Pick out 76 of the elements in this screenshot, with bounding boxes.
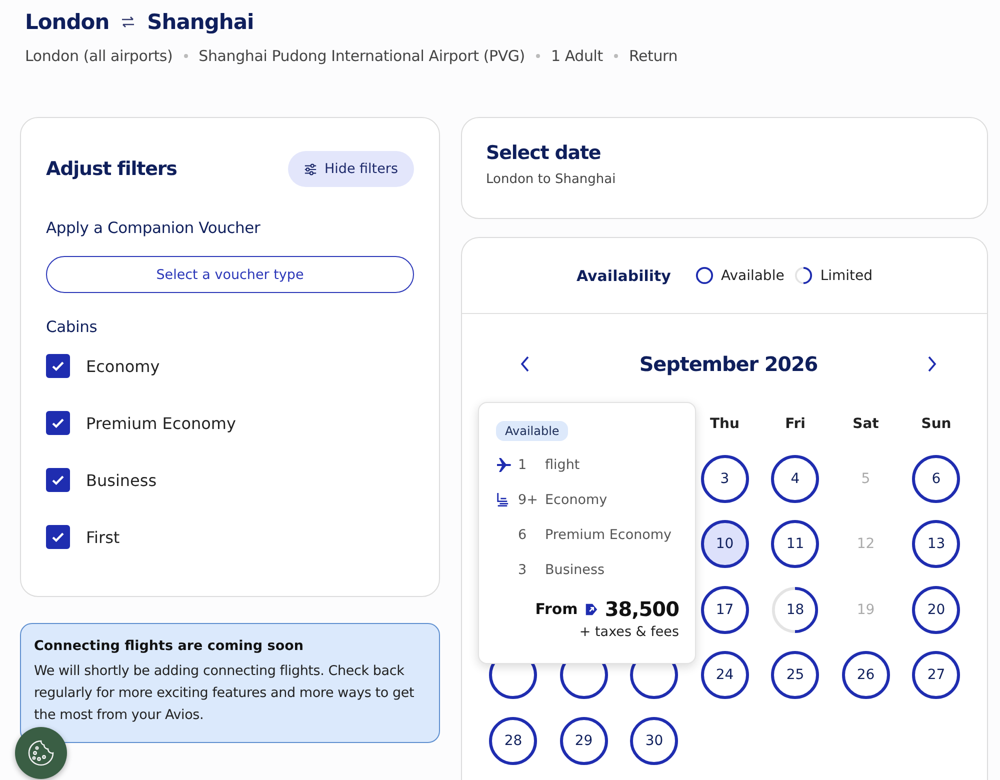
avios-icon [584,602,599,616]
cabin-label: Economy [86,356,160,376]
day-button[interactable]: 3 [700,454,749,503]
filters-title: Adjust filters [46,158,177,180]
day-button[interactable]: 30 [630,716,678,765]
notice-text: We will shortly be adding connecting flights. Check back regularly for more exciting features and more ways to get the most from your Avios. [34,662,416,725]
day-button[interactable]: 10 [700,520,749,568]
checkbox[interactable] [46,411,70,435]
weekday-label: Sat [852,416,880,432]
plane-icon [496,456,512,472]
notice-title: Connecting flights are coming soon [34,638,304,654]
trip-detail: Shanghai Pudong International Airport (PVG) [198,47,525,65]
seat-count: 3 [518,562,528,578]
cookie-settings-button[interactable] [15,727,67,779]
weekday-label: Thu [709,416,740,432]
legend-label: Available [720,268,784,284]
hide-filters-button[interactable]: Hide filters [288,151,414,187]
checkbox[interactable] [46,525,70,549]
separator-dot-icon [614,54,618,58]
date-subtitle: London to Shanghai [486,172,617,187]
day-button[interactable]: 25 [771,651,820,700]
day-button[interactable]: 4 [771,454,820,503]
day-button[interactable]: 24 [700,651,749,700]
swap-icon [121,16,136,28]
cabin-label: First [86,528,120,546]
trip-detail: 1 Adult [550,47,603,65]
day-button[interactable]: 13 [912,520,960,568]
voucher-select-button[interactable]: Select a voucher type [46,256,414,293]
weekday-label: Sun [920,416,952,432]
price-amount: 38,500 [604,597,679,621]
voucher-label: Apply a Companion Voucher [46,219,262,237]
ring-icon [694,266,714,285]
day-button[interactable]: 28 [489,716,538,765]
destination-city: Shanghai [147,10,254,34]
month-title: September 2026 [639,352,818,376]
chevron-right-icon [926,356,937,372]
status-badge: Available [496,421,568,441]
day-button[interactable]: 26 [842,651,890,700]
tooltip-label: Business [545,562,605,578]
weekday-label: Fri [784,416,806,432]
day-button[interactable]: 17 [700,586,749,634]
day-number: 5 [860,470,872,489]
seat-icon [496,492,509,507]
half-ring-icon [794,266,814,285]
chevron-left-icon [520,356,530,372]
cabin-label: Business [86,470,157,490]
seat-count: 1 [518,456,528,472]
day-button[interactable]: 11 [771,520,820,568]
date-title: Select date [486,142,602,164]
day-button[interactable]: 27 [912,651,960,700]
cabins-label: Cabins [46,318,98,336]
seat-count: 6 [518,526,528,542]
day-number: 19 [856,600,876,620]
tooltip-label: Premium Economy [545,526,672,542]
checkbox[interactable] [46,354,70,378]
day-button[interactable]: 18 [771,586,820,634]
sliders-icon [304,162,318,176]
separator-dot-icon [536,54,540,58]
day-button[interactable]: 6 [912,454,960,503]
cabin-label: Premium Economy [86,414,236,432]
from-label: From [535,600,578,618]
day-button[interactable]: 29 [560,716,608,765]
checkbox[interactable] [46,468,70,492]
seat-count: 9+ [518,492,539,508]
trip-detail: London (all airports) [25,47,173,65]
tooltip-label: Economy [545,492,608,508]
tooltip-label: flight [545,456,580,472]
day-number: 12 [856,535,876,554]
fees-note: + taxes & fees [578,624,679,640]
separator-dot-icon [184,54,188,58]
legend-title: Availability [576,266,671,284]
origin-city: London [25,10,110,34]
cookie-icon [26,738,56,768]
legend-label: Limited [820,268,873,284]
day-button[interactable]: 20 [912,586,960,634]
trip-detail: Return [628,47,678,65]
